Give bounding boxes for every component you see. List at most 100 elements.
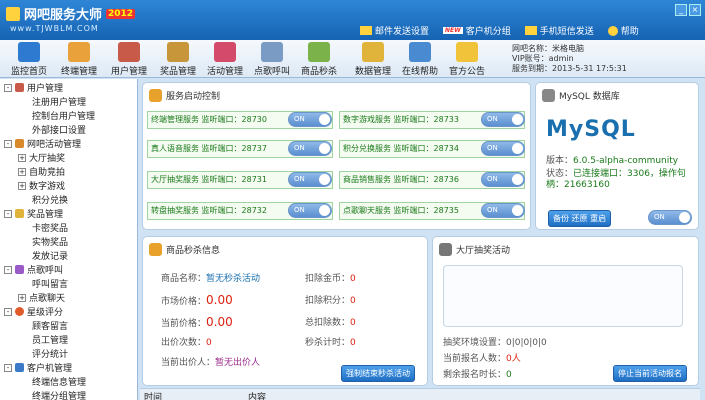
tree-item[interactable]: 顾客留言 xyxy=(32,319,68,332)
mail-icon xyxy=(360,26,372,35)
version-label: 版本： xyxy=(546,156,574,166)
expand-icon[interactable]: + xyxy=(18,181,26,190)
tree-label: 大厅抽奖 xyxy=(29,154,66,164)
col-content[interactable]: 内容 xyxy=(248,390,266,400)
toggle-label: ON xyxy=(487,206,498,214)
tree-item[interactable]: 注册用户管理 xyxy=(32,95,86,108)
sms-link[interactable]: 手机短信发送 xyxy=(524,24,594,37)
toggle-sales[interactable]: ON xyxy=(481,172,525,187)
tree-item[interactable]: + 点歌聊天 xyxy=(18,291,65,304)
tree-item[interactable]: 终端信息管理 xyxy=(32,375,86,388)
site-url: www.TJWBLM.COM xyxy=(10,24,99,33)
tree-group[interactable]: - 奖品管理 xyxy=(4,207,63,220)
tb-label: 监控首页 xyxy=(10,67,47,77)
flash-points: 0 xyxy=(350,296,356,306)
close-button[interactable]: × xyxy=(689,4,701,16)
toggle-points[interactable]: ON xyxy=(481,141,525,156)
terminal-icon xyxy=(68,42,90,62)
client-group-link[interactable]: NEW 客户机分组 xyxy=(443,24,511,37)
tree-group[interactable]: - 网吧活动管理 xyxy=(4,137,81,150)
stop-registration-button[interactable]: 停止当前活动报名 xyxy=(613,365,687,382)
tree-group[interactable]: - 星级评分 xyxy=(4,305,63,318)
tree-item[interactable]: 实物奖品 xyxy=(32,235,68,248)
flash-timer-row: 秒杀计时：0 xyxy=(305,335,356,348)
tree-group[interactable]: - 客户机管理 xyxy=(4,361,72,374)
label: 市场价格： xyxy=(161,297,207,307)
toggle-wheel[interactable]: ON xyxy=(288,203,332,218)
toggle-lottery[interactable]: ON xyxy=(288,172,332,187)
minimize-button[interactable]: _ xyxy=(675,4,687,16)
sms-icon xyxy=(524,26,537,35)
service-panel-title: 服务启动控制 xyxy=(166,92,221,102)
help-link[interactable]: 帮助 xyxy=(607,24,639,37)
tree-item[interactable]: + 大厅抽奖 xyxy=(18,151,65,164)
flashsale-panel-title: 商品秒杀信息 xyxy=(166,246,221,256)
tb-flashsale[interactable]: 商品秒杀 xyxy=(296,42,342,77)
toggle-knob xyxy=(319,174,330,185)
toggle-label: ON xyxy=(294,175,305,183)
tb-users[interactable]: 用户管理 xyxy=(106,42,152,77)
app-icon xyxy=(6,6,20,21)
toggle-knob xyxy=(512,114,523,125)
collapse-icon[interactable]: - xyxy=(4,139,12,148)
tb-song[interactable]: 点歌呼叫 xyxy=(249,42,295,77)
backup-restore-restart-button[interactable]: 备份 还原 重启 xyxy=(548,210,612,227)
label: 当前价格： xyxy=(161,319,207,329)
collapse-icon[interactable]: - xyxy=(4,209,12,218)
mail-settings-link[interactable]: 邮件发送设置 xyxy=(360,24,429,37)
tb-label: 奖品管理 xyxy=(159,67,196,77)
tree-group[interactable]: - 用户管理 xyxy=(4,81,63,94)
toggle-label: ON xyxy=(487,144,498,152)
help-label: 帮助 xyxy=(620,27,639,37)
tb-prizes[interactable]: 奖品管理 xyxy=(155,42,201,77)
tree-item[interactable]: 积分兑换 xyxy=(32,193,68,206)
tree-item[interactable]: 员工管理 xyxy=(32,333,68,346)
tree-item[interactable]: 控制台用户管理 xyxy=(32,109,95,122)
tree-item[interactable]: 卡密奖品 xyxy=(32,221,68,234)
expand-icon[interactable]: + xyxy=(18,153,26,162)
flash-coin: 0 xyxy=(350,274,356,284)
tree-item[interactable]: + 自助竞拍 xyxy=(18,165,65,178)
tb-help[interactable]: 在线帮助 xyxy=(397,42,443,77)
tree-item[interactable]: 终端分组管理 xyxy=(32,389,86,400)
collapse-icon[interactable]: - xyxy=(4,83,12,92)
toggle-knob xyxy=(512,174,523,185)
toggle-mysql[interactable]: ON xyxy=(648,210,692,225)
tb-data[interactable]: 数据管理 xyxy=(350,42,396,77)
tree-group[interactable]: - 点歌呼叫 xyxy=(4,263,63,276)
flash-market-price: 0.00 xyxy=(206,293,233,307)
flash-name-row: 商品名称：暂无秒杀活动 xyxy=(161,271,260,284)
lottery-settings-row: 抽奖环境设置：0|0|0|0|0 xyxy=(443,335,547,348)
expand-icon[interactable]: + xyxy=(18,167,26,176)
toggle-knob xyxy=(319,114,330,125)
tree-item[interactable]: 外部接口设置 xyxy=(32,123,86,136)
label: 总扣除数： xyxy=(305,318,351,328)
tb-monitor[interactable]: 监控首页 xyxy=(6,42,52,77)
col-time[interactable]: 时间 xyxy=(144,390,162,400)
collapse-icon[interactable]: - xyxy=(4,265,12,274)
toggle-numbergame[interactable]: ON xyxy=(481,112,525,127)
toggle-voice[interactable]: ON xyxy=(288,141,332,156)
tree-label: 终端信息管理 xyxy=(32,378,87,388)
force-end-flashsale-button[interactable]: 强制结束秒杀活动 xyxy=(341,365,415,382)
flash-points-row: 扣除积分：0 xyxy=(305,293,356,306)
app-title: 网吧服务大师 xyxy=(24,8,103,23)
toggle-songchat[interactable]: ON xyxy=(481,203,525,218)
tree-item[interactable]: + 数字游戏 xyxy=(18,179,65,192)
tb-label: 活动管理 xyxy=(206,67,243,77)
tb-notice[interactable]: 官方公告 xyxy=(444,42,490,77)
toggle-terminal[interactable]: ON xyxy=(288,112,332,127)
notice-icon xyxy=(456,42,478,62)
collapse-icon[interactable]: - xyxy=(4,363,12,372)
tree-item[interactable]: 呼叫留言 xyxy=(32,277,68,290)
state-label: 状态： xyxy=(546,169,574,179)
tb-activity[interactable]: 活动管理 xyxy=(202,42,248,77)
tb-terminal[interactable]: 终端管理 xyxy=(56,42,102,77)
collapse-icon[interactable]: - xyxy=(4,307,12,316)
tree-item[interactable]: 发放记录 xyxy=(32,249,68,262)
expand-icon[interactable]: + xyxy=(18,293,26,302)
toggle-knob xyxy=(512,205,523,216)
tree-label: 外部接口设置 xyxy=(32,126,87,136)
tree-label: 点歌呼叫 xyxy=(27,266,64,276)
tree-item[interactable]: 评分统计 xyxy=(32,347,68,360)
